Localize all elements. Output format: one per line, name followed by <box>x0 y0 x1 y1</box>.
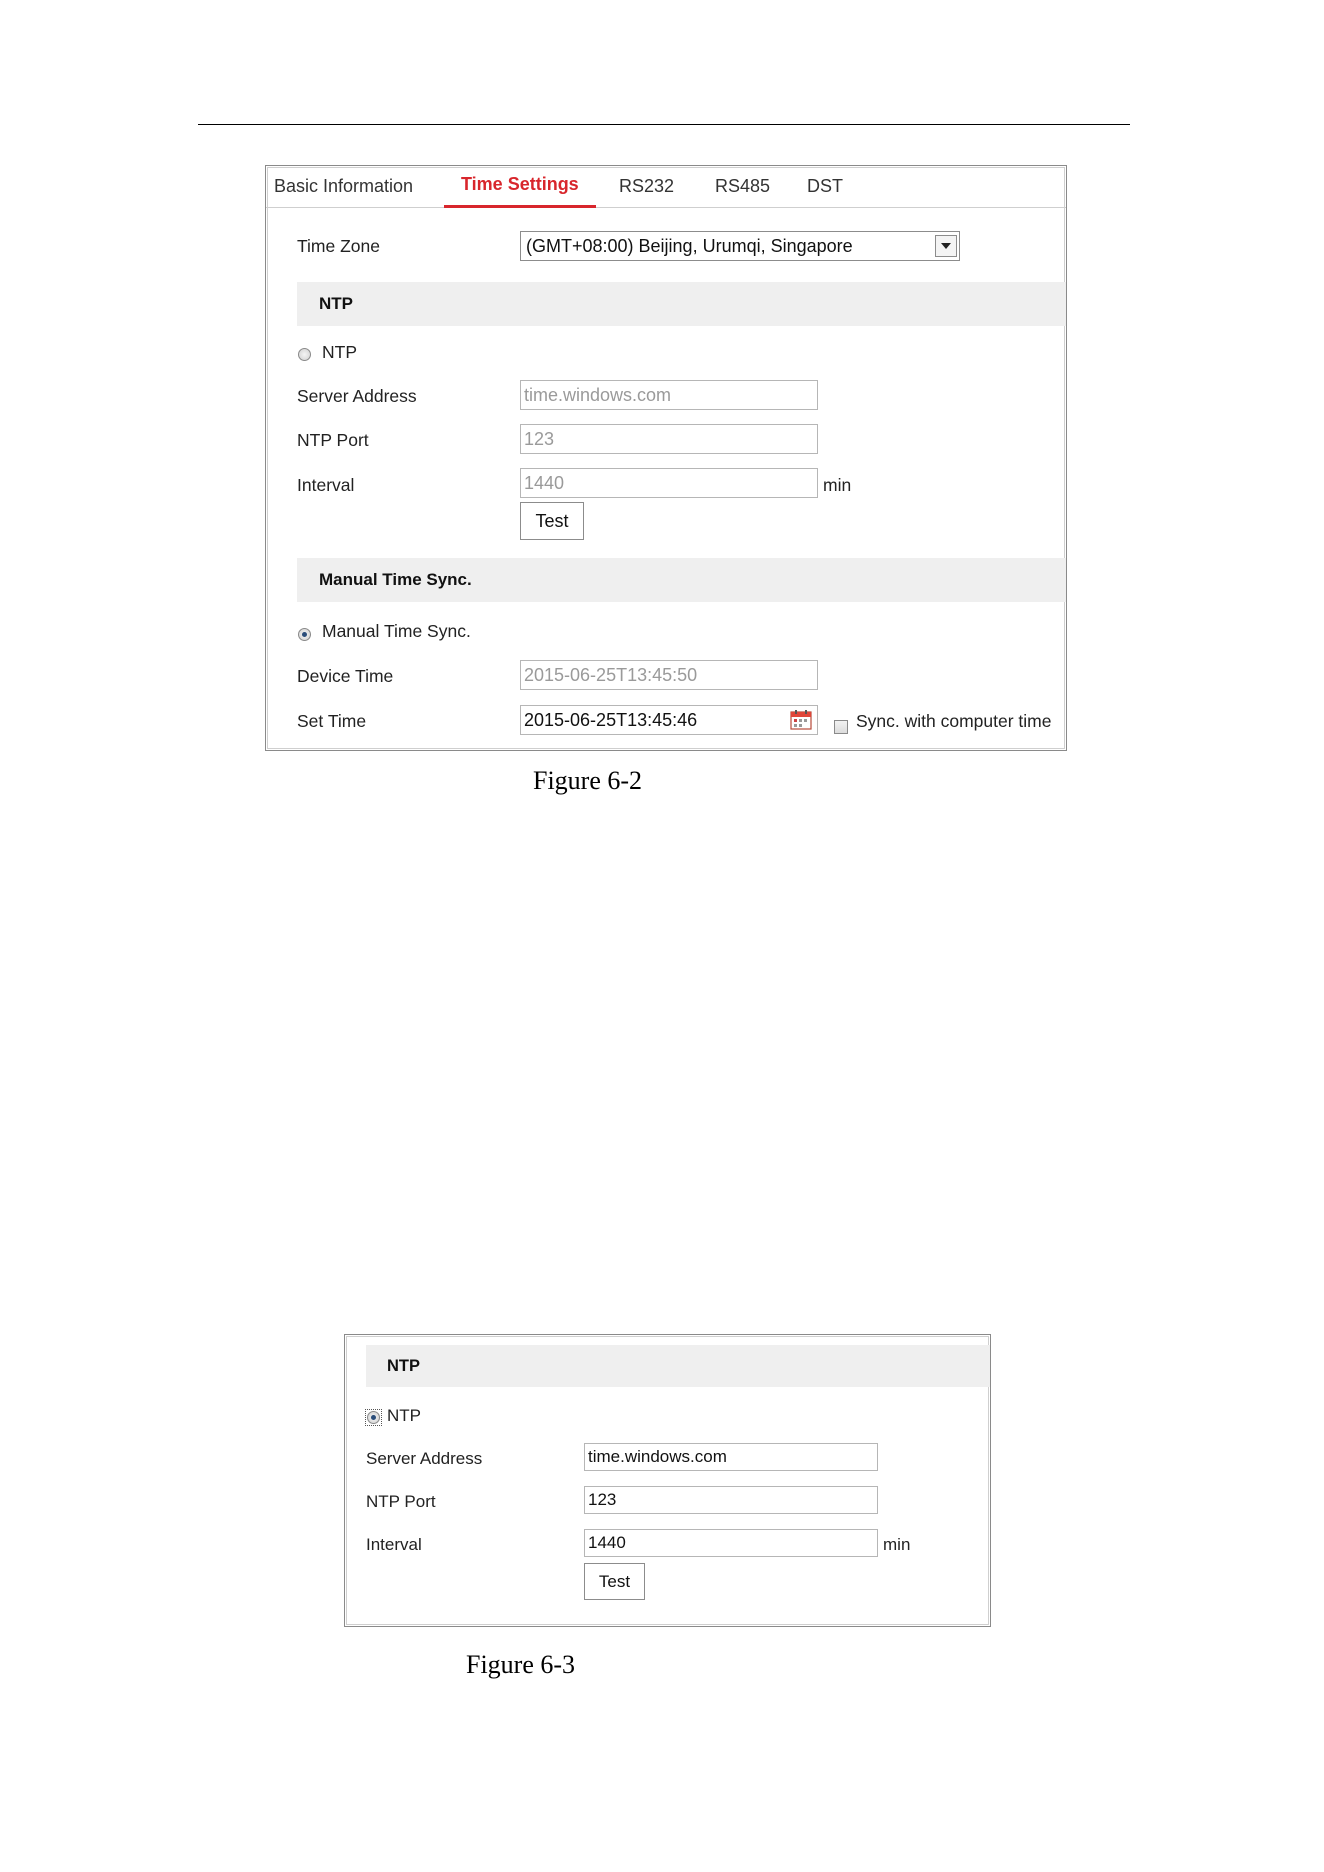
figure-6-2-caption: Figure 6-2 <box>533 766 643 795</box>
calendar-icon[interactable] <box>790 709 812 730</box>
ntp-radio[interactable] <box>367 1411 380 1424</box>
manual-sync-radio-label: Manual Time Sync. <box>322 621 471 641</box>
chevron-down-icon[interactable] <box>935 235 957 257</box>
time-zone-select[interactable]: (GMT+08:00) Beijing, Urumqi, Singapore <box>520 231 960 261</box>
time-zone-value: (GMT+08:00) Beijing, Urumqi, Singapore <box>526 236 853 256</box>
ntp-radio[interactable] <box>298 348 311 361</box>
set-time-label: Set Time <box>297 711 367 731</box>
server-address-input[interactable] <box>520 380 818 410</box>
interval-input[interactable] <box>520 468 818 498</box>
ntp-radio-label: NTP <box>322 342 357 362</box>
tab-dst[interactable]: DST <box>807 166 843 207</box>
ntp-port-input[interactable] <box>520 424 818 454</box>
device-time-label: Device Time <box>297 666 394 686</box>
ntp-radio-label: NTP <box>387 1406 421 1425</box>
page-header-rule <box>198 124 1130 125</box>
interval-input[interactable] <box>584 1529 878 1557</box>
figure-6-3-caption: Figure 6-3 <box>466 1650 576 1679</box>
ntp-section-header: NTP <box>297 282 1066 326</box>
interval-unit: min <box>883 1535 911 1554</box>
sync-computer-time-label: Sync. with computer time <box>856 711 1052 731</box>
tab-bar: Basic Information Time Settings RS232 RS… <box>266 166 1066 208</box>
tab-rs485[interactable]: RS485 <box>715 166 770 207</box>
tab-basic-information[interactable]: Basic Information <box>274 166 413 207</box>
test-button[interactable]: Test <box>584 1563 645 1600</box>
ntp-port-label: NTP Port <box>366 1492 436 1511</box>
manual-sync-radio[interactable] <box>298 628 311 641</box>
tab-time-settings[interactable]: Time Settings <box>444 164 596 208</box>
time-zone-label: Time Zone <box>297 236 380 256</box>
ntp-port-label: NTP Port <box>297 430 369 450</box>
set-time-input[interactable] <box>520 705 818 735</box>
manual-sync-section-header: Manual Time Sync. <box>297 558 1066 602</box>
interval-unit: min <box>823 475 852 495</box>
tab-rs232[interactable]: RS232 <box>619 166 674 207</box>
time-settings-panel: Basic Information Time Settings RS232 RS… <box>265 165 1067 751</box>
server-address-label: Server Address <box>297 386 417 406</box>
ntp-port-input[interactable] <box>584 1486 878 1514</box>
server-address-input[interactable] <box>584 1443 878 1471</box>
test-button[interactable]: Test <box>520 502 584 540</box>
interval-label: Interval <box>366 1535 422 1554</box>
server-address-label: Server Address <box>366 1449 483 1468</box>
ntp-settings-panel: NTP NTP Server Address NTP Port Interval… <box>344 1334 991 1627</box>
ntp-section-header: NTP <box>366 1345 990 1387</box>
sync-computer-time-checkbox[interactable] <box>834 720 848 734</box>
device-time-input[interactable] <box>520 660 818 690</box>
interval-label: Interval <box>297 475 355 495</box>
